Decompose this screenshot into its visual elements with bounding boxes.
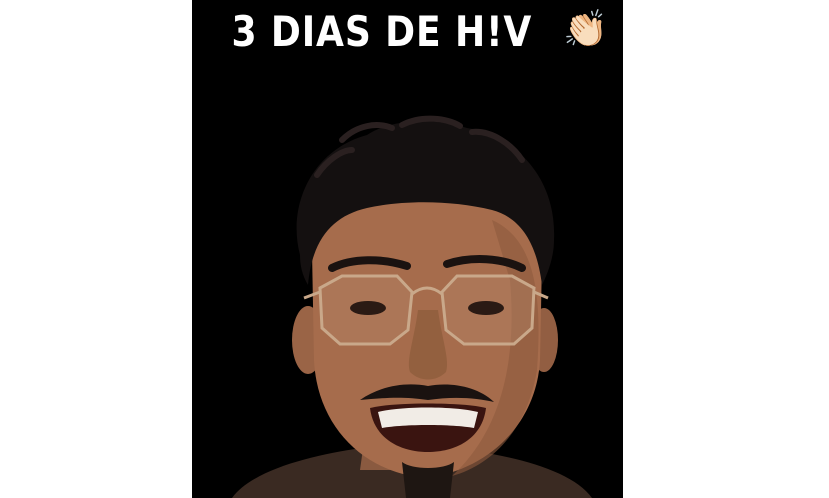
video-frame[interactable]: 3 DIAS DE H!V 👏🏻	[192, 0, 623, 498]
page: 3 DIAS DE H!V 👏🏻	[0, 0, 829, 498]
right-eye	[468, 301, 504, 315]
clapping-hands-icon: 👏🏻	[562, 9, 608, 50]
left-eye	[350, 301, 386, 315]
teeth	[378, 407, 478, 428]
caption-text: 3 DIAS DE H!V	[231, 7, 533, 56]
video-caption: 3 DIAS DE H!V 👏🏻	[192, 4, 623, 60]
person-figure	[232, 115, 592, 498]
